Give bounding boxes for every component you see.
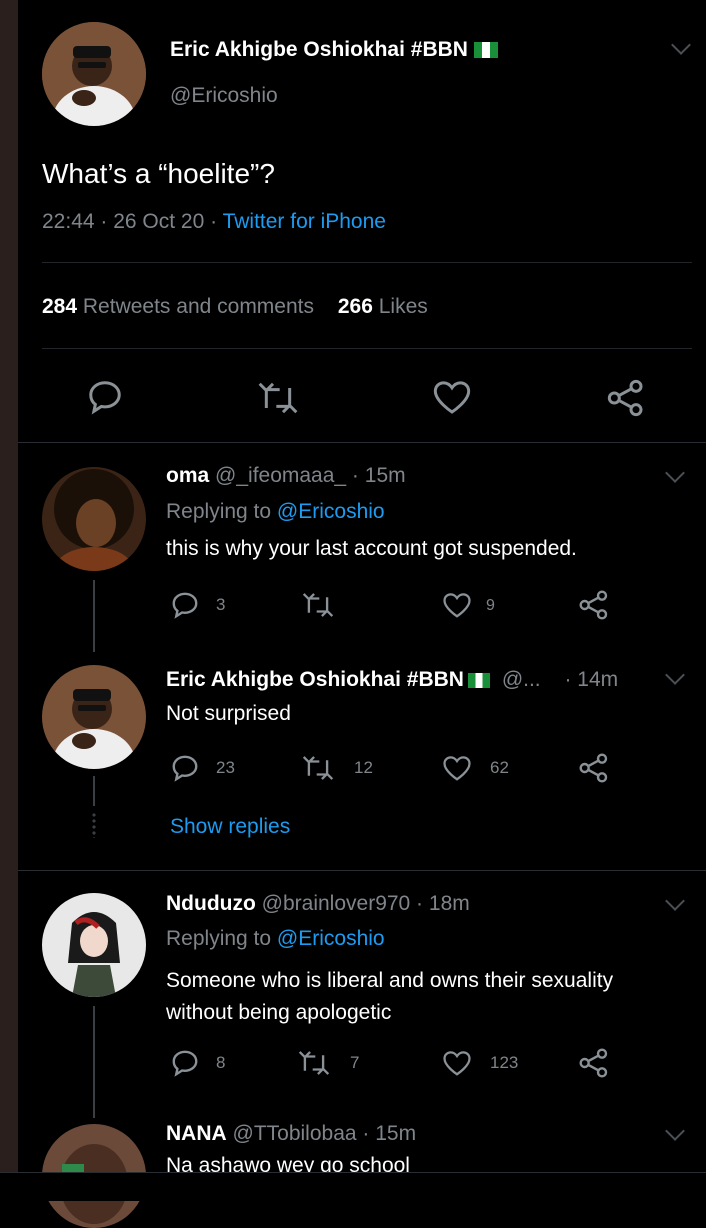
avatar-image bbox=[42, 22, 146, 126]
like-count: 9 bbox=[486, 597, 495, 614]
replying-to-label: Replying to bbox=[166, 927, 277, 950]
reply-author-name[interactable]: Eric Akhigbe Oshiokhai #BBN bbox=[166, 668, 464, 691]
divider bbox=[42, 348, 692, 349]
reply-handle-time[interactable]: @TTobilobaa · 15m bbox=[233, 1122, 417, 1145]
reply-count: 8 bbox=[216, 1053, 226, 1072]
thread-line bbox=[93, 776, 95, 806]
tweet-source-link[interactable]: Twitter for iPhone bbox=[223, 210, 386, 233]
reply-icon[interactable] bbox=[170, 590, 200, 620]
divider bbox=[18, 870, 706, 871]
replying-to-link[interactable]: @Ericoshio bbox=[277, 927, 385, 950]
reply-handle-time[interactable]: @brainlover970 · 18m bbox=[262, 892, 470, 915]
reply-icon[interactable] bbox=[86, 378, 124, 416]
reply-text: Not surprised bbox=[166, 702, 291, 725]
tweet-text: What’s a “hoelite”? bbox=[42, 158, 275, 189]
chevron-down-icon[interactable] bbox=[665, 891, 685, 911]
share-icon[interactable] bbox=[578, 752, 610, 784]
tweet-meta: 22:44 · 26 Oct 20 · Twitter for iPhone bbox=[42, 210, 386, 234]
retweet-count: 12 bbox=[354, 758, 373, 777]
reply-time: · 14m bbox=[564, 668, 619, 691]
reply-text: Someone who is liberal and owns their se… bbox=[166, 965, 613, 1029]
chevron-down-icon[interactable] bbox=[665, 1121, 685, 1141]
retweet-icon[interactable] bbox=[302, 755, 334, 781]
reply-count: 23 bbox=[216, 758, 235, 777]
reply-text-line: Someone who is liberal and owns their se… bbox=[166, 969, 614, 992]
reply-count: 3 bbox=[216, 595, 226, 614]
replying-to: Replying to @Ericoshio bbox=[166, 500, 385, 524]
show-replies-link[interactable]: Show replies bbox=[170, 815, 290, 839]
nigeria-flag-icon bbox=[467, 673, 490, 688]
author-handle[interactable]: @Ericoshio bbox=[170, 84, 278, 108]
reply-text-line: without being apologetic bbox=[166, 1001, 392, 1024]
avatar[interactable] bbox=[42, 22, 146, 126]
reply-author-name[interactable]: NANA bbox=[166, 1122, 227, 1145]
likes-stat[interactable]: 266 Likes bbox=[338, 295, 428, 318]
retweet-icon[interactable] bbox=[302, 592, 334, 618]
like-icon[interactable] bbox=[442, 1049, 472, 1077]
share-icon[interactable] bbox=[578, 589, 610, 621]
avatar-image bbox=[42, 893, 146, 997]
thread-dots bbox=[92, 812, 96, 838]
reply-header: Nduduzo @brainlover970 · 18m bbox=[166, 892, 470, 916]
reply-icon[interactable] bbox=[170, 753, 200, 783]
reply-icon[interactable] bbox=[170, 1048, 200, 1078]
like-icon[interactable] bbox=[442, 754, 472, 782]
replying-to: Replying to @Ericoshio bbox=[166, 927, 385, 951]
like-icon[interactable] bbox=[442, 591, 472, 619]
avatar[interactable] bbox=[42, 893, 146, 997]
reply-handle-time[interactable]: @_ifeomaaa_ · 15m bbox=[215, 464, 406, 487]
chevron-down-icon[interactable] bbox=[665, 665, 685, 685]
bottom-bar bbox=[0, 1172, 706, 1201]
likes-label: Likes bbox=[378, 295, 428, 318]
thread-line bbox=[93, 1006, 95, 1118]
avatar-image bbox=[42, 665, 146, 769]
retweet-count: 7 bbox=[350, 1053, 360, 1072]
avatar-image bbox=[42, 467, 146, 571]
like-count: 62 bbox=[490, 758, 509, 777]
like-count: 123 bbox=[490, 1053, 519, 1072]
reply-header: NANA @TTobilobaa · 15m bbox=[166, 1122, 416, 1146]
chevron-down-icon[interactable] bbox=[671, 35, 691, 55]
engagement-stats: 284 Retweets and comments 266 Likes bbox=[42, 295, 428, 319]
avatar[interactable] bbox=[42, 467, 146, 571]
reply-text: this is why your last account got suspen… bbox=[166, 537, 577, 560]
retweet-icon[interactable] bbox=[258, 381, 298, 415]
divider bbox=[42, 262, 692, 263]
reply-author-name[interactable]: oma bbox=[166, 464, 209, 487]
nigeria-flag-icon bbox=[473, 42, 498, 58]
retweets-count: 284 bbox=[42, 295, 78, 318]
reply-header: Eric Akhigbe Oshiokhai #BBN @... · 14m bbox=[166, 668, 618, 692]
thread-line bbox=[93, 580, 95, 652]
avatar[interactable] bbox=[42, 665, 146, 769]
likes-count: 266 bbox=[337, 295, 373, 318]
chevron-down-icon[interactable] bbox=[665, 463, 685, 483]
reply-author-name[interactable]: Nduduzo bbox=[166, 892, 256, 915]
retweets-label: Retweets and comments bbox=[82, 295, 314, 318]
replying-to-link[interactable]: @Ericoshio bbox=[277, 500, 385, 523]
tweet-timestamp: 22:44 · 26 Oct 20 · bbox=[42, 210, 223, 233]
share-icon[interactable] bbox=[578, 1047, 610, 1079]
retweet-icon[interactable] bbox=[298, 1050, 330, 1076]
author-name[interactable]: Eric Akhigbe Oshiokhai #BBN bbox=[170, 38, 498, 62]
divider bbox=[18, 442, 706, 443]
share-icon[interactable] bbox=[606, 378, 646, 418]
reply-header: oma @_ifeomaaa_ · 15m bbox=[166, 464, 406, 488]
retweets-stat[interactable]: 284 Retweets and comments bbox=[42, 295, 314, 318]
like-icon[interactable] bbox=[432, 378, 472, 416]
reply-handle[interactable]: @... bbox=[502, 668, 541, 691]
replying-to-label: Replying to bbox=[166, 500, 277, 523]
left-edge-strip bbox=[0, 0, 18, 1200]
author-name-text: Eric Akhigbe Oshiokhai #BBN bbox=[170, 38, 468, 61]
